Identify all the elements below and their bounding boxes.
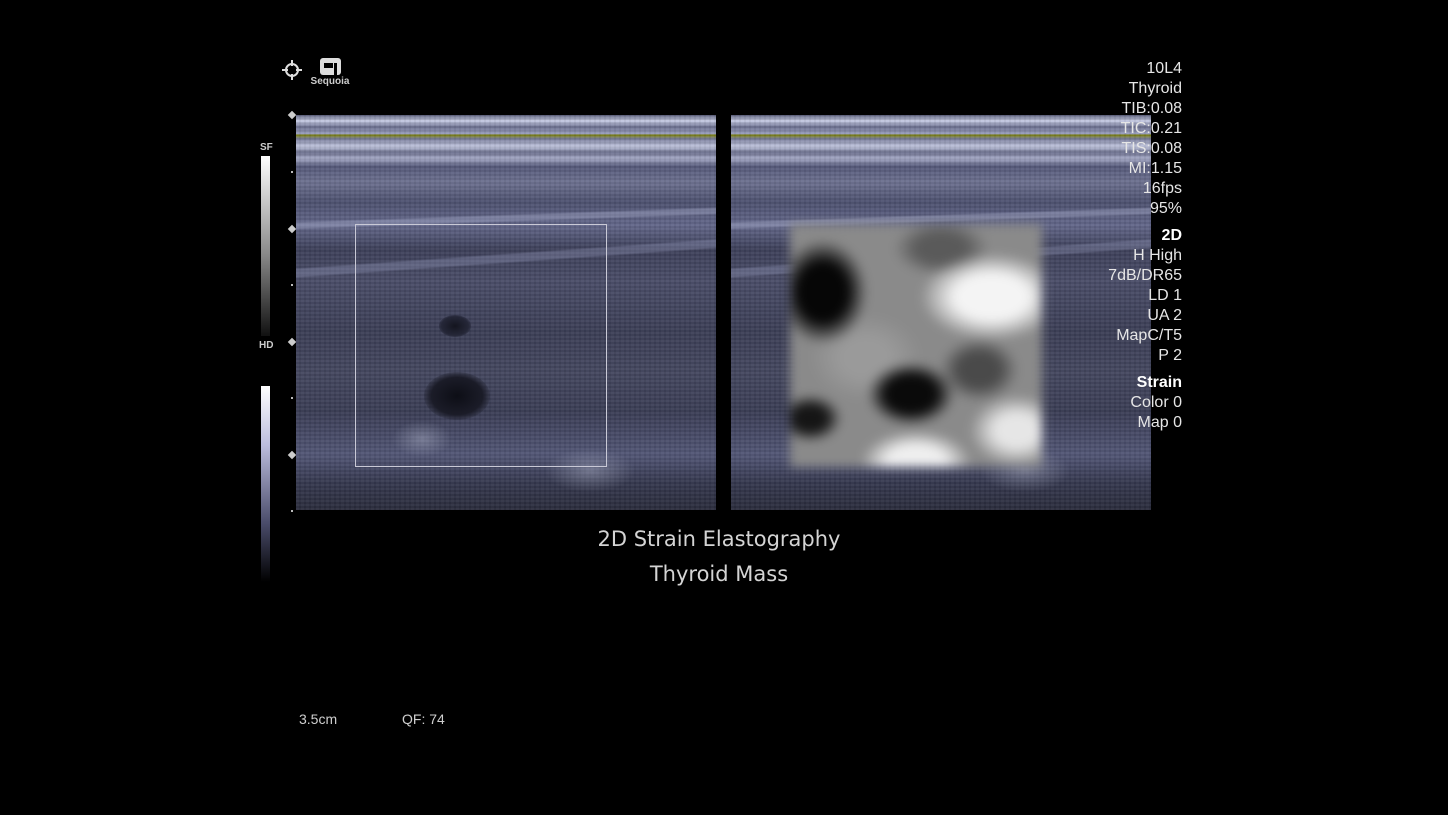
mode-strain-item: Map 0 [1137,414,1182,431]
sf-grayscale-bar [261,156,270,336]
strain-elastogram [790,224,1042,467]
qf-readout: QF: 74 [402,711,445,727]
depth-tick [287,337,297,347]
caption-title: 2D Strain Elastography [597,527,841,551]
mode-2d-item: LD 1 [1148,287,1182,304]
power-value: 95% [1149,200,1182,217]
depth-tick [287,224,297,234]
hd-colormap-bar [261,386,270,582]
elastography-roi-box[interactable] [355,224,607,467]
tib-value: TIB:0.08 [1121,100,1182,117]
depth-dot [291,171,293,173]
transducer-label: 10L4 [1146,60,1182,77]
mode-2d-item: H High [1133,247,1182,264]
depth-readout: 3.5cm [299,711,338,727]
mi-value: MI:1.15 [1128,160,1182,177]
sequoia-logo: Sequoia [308,58,352,87]
tis-value: TIS:0.08 [1121,140,1182,157]
crosshair-icon [282,60,302,80]
sf-scale-label: SF [260,142,273,153]
hd-scale-label: HD [259,340,274,351]
frame-rate: 16fps [1142,180,1182,197]
depth-tick [287,110,297,120]
logo-text: Sequoia [310,76,350,87]
mode-strain-item: Color 0 [1130,394,1182,411]
depth-dot [291,510,293,512]
mode-strain-header: Strain [1136,374,1182,391]
caption-subtitle: Thyroid Mass [649,562,789,586]
depth-dot [291,397,293,399]
depth-tick [287,450,297,460]
imaging-parameters: 10L4 Thyroid TIB:0.08 TIC:0.21 TIS:0.08 … [1108,59,1182,433]
mode-2d-item: UA 2 [1147,307,1182,324]
mode-2d-header: 2D [1161,227,1182,244]
mode-2d-item: P 2 [1158,347,1182,364]
sequoia-logo-icon [319,58,341,75]
depth-dot [291,284,293,286]
preset-label: Thyroid [1128,80,1182,97]
tic-value: TIC:0.21 [1120,120,1182,137]
mode-2d-item: 7dB/DR65 [1108,267,1182,284]
mode-2d-item: MapC/T5 [1116,327,1182,344]
